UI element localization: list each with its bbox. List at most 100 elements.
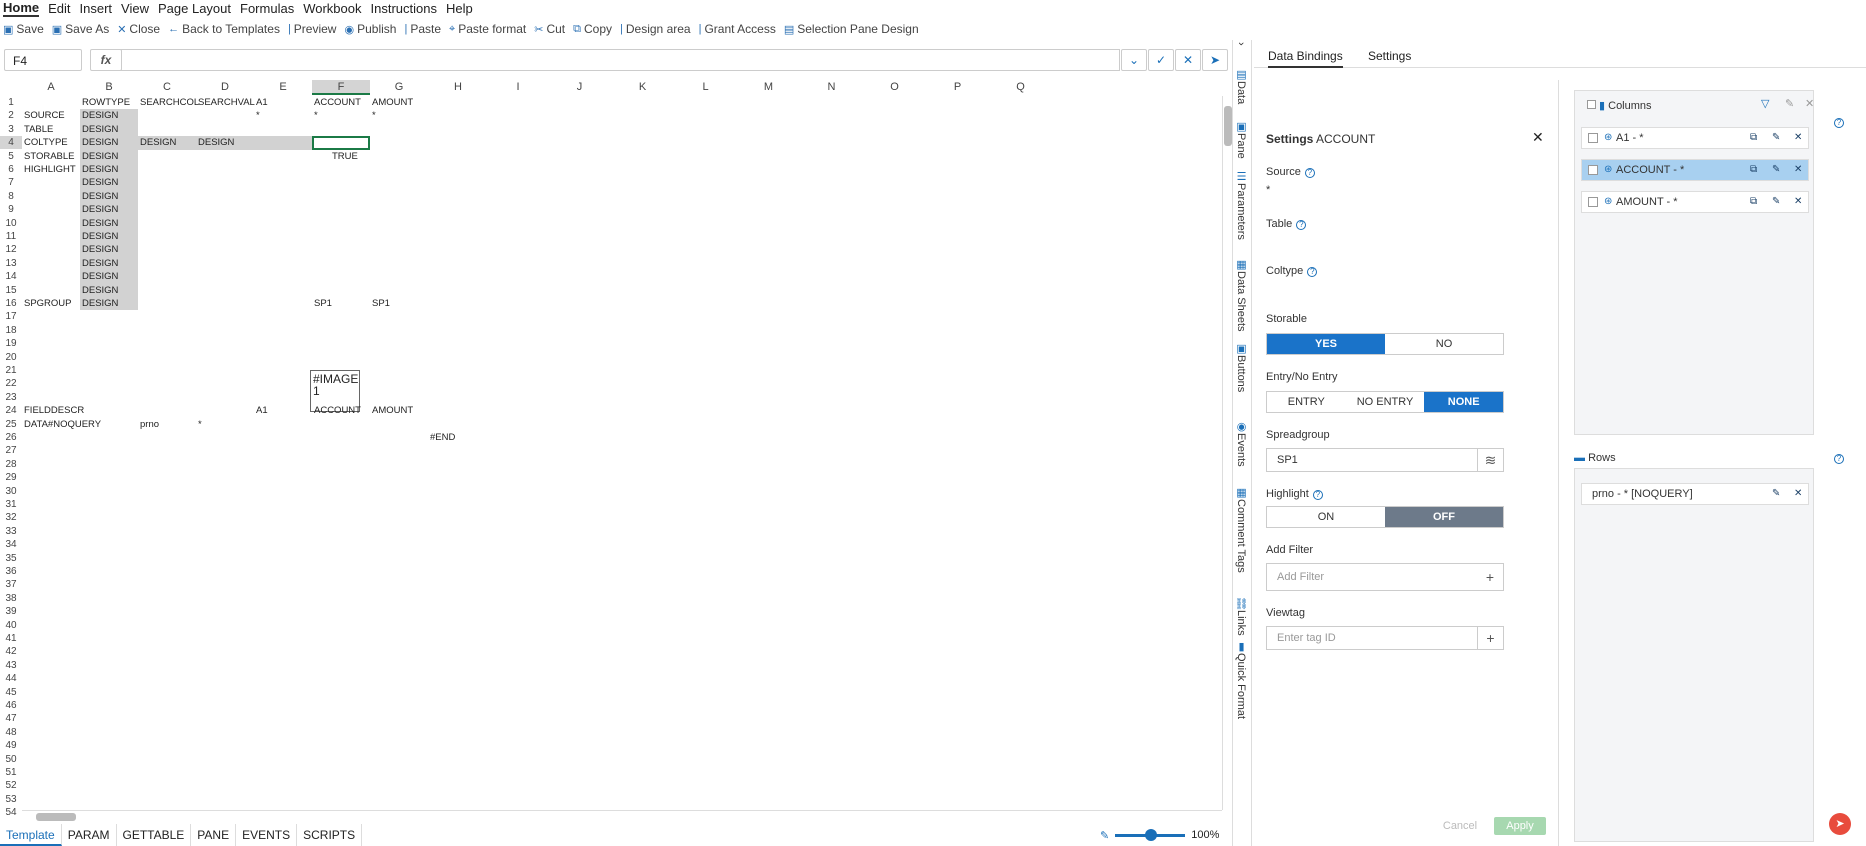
side-tab-pane[interactable]: ▣Pane [1235, 120, 1248, 159]
close-icon[interactable]: ✕ [1532, 129, 1544, 146]
help-icon[interactable]: ? [1834, 454, 1844, 464]
column-header[interactable]: D [196, 80, 254, 95]
row-header[interactable]: 26 [0, 431, 22, 444]
side-tab-data[interactable]: ▤Data [1235, 68, 1248, 104]
row-header[interactable]: 23 [0, 391, 22, 404]
close-button[interactable]: ✕ Close [117, 22, 160, 36]
row-header[interactable]: 32 [0, 511, 22, 524]
storable-no-button[interactable]: NO [1385, 334, 1503, 354]
tab-settings[interactable]: Settings [1368, 49, 1411, 63]
sheet-tab-events[interactable]: EVENTS [236, 824, 298, 846]
name-box[interactable]: F4 [4, 49, 82, 71]
copy-icon[interactable]: ⧉ [1750, 160, 1757, 180]
column-header[interactable]: L [674, 80, 737, 95]
row-header[interactable]: 51 [0, 766, 22, 779]
cell-E1[interactable]: A1 [254, 97, 268, 109]
close-icon[interactable]: ✕ [1794, 192, 1802, 212]
row-header[interactable]: 41 [0, 632, 22, 645]
apply-button[interactable]: Apply [1494, 817, 1546, 835]
cell-G16[interactable]: SP1 [370, 298, 390, 310]
paste-button[interactable]: | Paste [404, 22, 441, 36]
row-header[interactable]: 47 [0, 712, 22, 725]
row-header[interactable]: 31 [0, 498, 22, 511]
horizontal-scrollbar[interactable] [22, 810, 1222, 822]
cell-B7[interactable]: DESIGN [80, 177, 118, 189]
row-header[interactable]: 5 [0, 150, 22, 163]
column-header[interactable]: I [488, 80, 548, 95]
row-header[interactable]: 49 [0, 739, 22, 752]
cell-G1[interactable]: AMOUNT [370, 97, 413, 109]
highlight-on-button[interactable]: ON [1267, 507, 1385, 527]
row-header[interactable]: 28 [0, 458, 22, 471]
cell-G2[interactable]: * [370, 110, 376, 122]
side-tab-comment-tags[interactable]: ▦Comment Tags [1235, 486, 1248, 573]
row-header[interactable]: 53 [0, 793, 22, 806]
menu-page-layout[interactable]: Page Layout [158, 1, 231, 16]
cell-B10[interactable]: DESIGN [80, 218, 118, 230]
selection-pane-design-button[interactable]: ▤ Selection Pane Design [784, 22, 919, 36]
row-header[interactable]: 9 [0, 203, 22, 216]
sheet-tab-template[interactable]: Template [0, 824, 62, 846]
cell-G24[interactable]: AMOUNT [370, 405, 413, 417]
row-header[interactable]: 50 [0, 753, 22, 766]
row-header[interactable]: 4 [0, 136, 22, 150]
edit-icon[interactable]: ✎ [1772, 128, 1780, 148]
checkbox[interactable] [1588, 197, 1598, 207]
row-header[interactable]: 43 [0, 659, 22, 672]
close-icon[interactable]: ✕ [1794, 128, 1802, 148]
row-header[interactable]: 14 [0, 270, 22, 283]
row-header[interactable]: 15 [0, 284, 22, 297]
cell-A3[interactable]: TABLE [22, 124, 53, 136]
edit-icon[interactable]: ✎ [1772, 484, 1780, 504]
check-icon[interactable]: ✓ [1148, 49, 1174, 71]
close-icon[interactable]: ✕ [1794, 484, 1802, 504]
cell-A4[interactable]: COLTYPE [22, 137, 68, 149]
cell-B6[interactable]: DESIGN [80, 164, 118, 176]
row-binding-item[interactable]: prno - * [NOQUERY] ✎ ✕ [1581, 483, 1809, 505]
cell-A6[interactable]: HIGHLIGHT [22, 164, 76, 176]
row-header[interactable]: 25 [0, 418, 22, 431]
copy-icon[interactable]: ⧉ [1750, 192, 1757, 212]
cell-A2[interactable]: SOURCE [22, 110, 65, 122]
cell-C1[interactable]: SEARCHCOL [138, 97, 199, 109]
row-header[interactable]: 11 [0, 230, 22, 243]
column-header[interactable]: A [22, 80, 80, 95]
column-header[interactable]: F [312, 80, 370, 95]
column-header[interactable]: B [80, 80, 138, 95]
save-button[interactable]: ▣ Save [3, 22, 44, 36]
cell-E24[interactable]: A1 [254, 405, 268, 417]
cell-A24[interactable]: FIELDDESCR [22, 405, 84, 417]
menu-edit[interactable]: Edit [48, 1, 70, 16]
column-header[interactable]: M [737, 80, 800, 95]
cell-F24[interactable]: ACCOUNT [312, 405, 361, 417]
row-header[interactable]: 37 [0, 578, 22, 591]
row-header[interactable]: 7 [0, 176, 22, 189]
row-header[interactable]: 17 [0, 310, 22, 323]
side-tab-data-sheets[interactable]: ▦Data Sheets [1235, 258, 1248, 332]
column-header[interactable]: H [428, 80, 488, 95]
copy-icon[interactable]: ⧉ [1750, 128, 1757, 148]
close-icon[interactable]: ✕ [1794, 160, 1802, 180]
feedback-bubble-icon[interactable]: ➤ [1829, 813, 1851, 835]
pencil-icon[interactable]: ✎ [1100, 829, 1109, 842]
collapse-chevron-icon[interactable]: › [1235, 42, 1247, 46]
cell-A5[interactable]: STORABLE [22, 151, 75, 163]
row-header[interactable]: 35 [0, 552, 22, 565]
row-header[interactable]: 18 [0, 324, 22, 337]
column-header[interactable]: O [863, 80, 926, 95]
row-header[interactable]: 48 [0, 726, 22, 739]
row-header[interactable]: 39 [0, 605, 22, 618]
side-tab-buttons[interactable]: ▣Buttons [1235, 342, 1248, 392]
cell-B9[interactable]: DESIGN [80, 204, 118, 216]
help-icon[interactable]: ? [1834, 118, 1844, 128]
cell-C25[interactable]: prno [138, 419, 159, 431]
filter-icon[interactable]: ▽ [1761, 97, 1769, 110]
cell-D25[interactable]: * [196, 419, 202, 431]
column-binding-item[interactable]: ⊛ ACCOUNT - * ⧉ ✎ ✕ [1581, 159, 1809, 181]
cell-B13[interactable]: DESIGN [80, 258, 118, 270]
cell-B4[interactable]: DESIGN [80, 137, 118, 149]
column-binding-item[interactable]: ⊛ A1 - * ⧉ ✎ ✕ [1581, 127, 1809, 149]
layers-icon[interactable]: ≋ [1477, 449, 1503, 471]
cell-D1[interactable]: SEARCHVAL [196, 97, 255, 109]
sheet-tab-param[interactable]: PARAM [62, 824, 117, 846]
